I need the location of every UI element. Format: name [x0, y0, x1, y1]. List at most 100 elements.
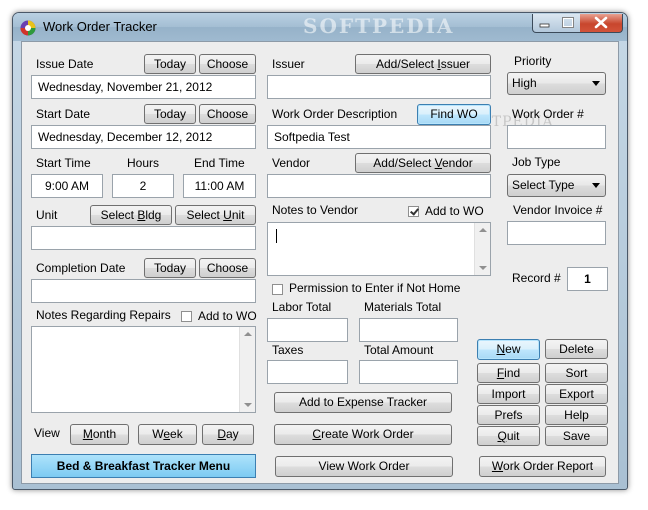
scroll-up-icon[interactable] [479, 228, 487, 232]
work-order-report-button[interactable]: Work Order Report [479, 456, 606, 477]
prefs-button[interactable]: Prefs [477, 405, 540, 425]
scroll-down-icon[interactable] [244, 403, 252, 407]
start-time-label: Start Time [36, 156, 91, 170]
quit-button[interactable]: Quit [477, 426, 540, 446]
start-time-field[interactable]: 9:00 AM [31, 174, 103, 198]
unit-label: Unit [36, 208, 58, 222]
materials-total-field[interactable] [359, 318, 458, 342]
vendor-notes-scrollbar[interactable] [474, 223, 490, 275]
end-time-field[interactable]: 11:00 AM [183, 174, 256, 198]
materials-total-label: Materials Total [364, 300, 442, 314]
permission-checkbox[interactable] [272, 284, 283, 295]
labor-total-field[interactable] [267, 318, 348, 342]
hours-field[interactable]: 2 [112, 174, 174, 198]
vendor-notes-label: Notes to Vendor [272, 203, 359, 217]
completion-date-label: Completion Date [36, 261, 126, 275]
issuer-field[interactable] [267, 75, 491, 99]
description-field[interactable]: Softpedia Test [267, 125, 491, 149]
record-number-field[interactable]: 1 [567, 267, 608, 291]
labor-total-label: Labor Total [272, 300, 332, 314]
watermark: SOFTPEDIA [303, 14, 455, 38]
close-button[interactable] [580, 14, 623, 33]
close-icon [594, 16, 608, 29]
view-week-button[interactable]: Week [138, 424, 197, 445]
issue-date-today-button[interactable]: Today [144, 54, 196, 74]
start-date-label: Start Date [36, 107, 91, 121]
hours-label: Hours [127, 156, 160, 170]
import-button[interactable]: Import [477, 384, 540, 404]
completion-choose-button[interactable]: Choose [199, 258, 256, 278]
completion-date-field[interactable] [31, 279, 256, 303]
job-type-label: Job Type [512, 155, 561, 169]
job-type-select[interactable]: Select Type [507, 174, 606, 197]
total-amount-label: Total Amount [364, 343, 434, 357]
unit-field[interactable] [31, 226, 256, 250]
job-type-value: Select Type [512, 178, 575, 192]
issue-date-label: Issue Date [36, 57, 94, 71]
vendor-invoice-field[interactable] [507, 221, 606, 245]
issuer-label: Issuer [272, 57, 305, 71]
maximize-icon [562, 17, 574, 28]
help-button[interactable]: Help [545, 405, 608, 425]
export-button[interactable]: Export [545, 384, 608, 404]
priority-select[interactable]: High [507, 72, 606, 95]
completion-today-button[interactable]: Today [144, 258, 196, 278]
sort-button[interactable]: Sort [545, 363, 608, 383]
repairs-scrollbar[interactable] [239, 327, 255, 412]
vendor-notes-textarea[interactable] [267, 222, 491, 276]
end-time-label: End Time [194, 156, 245, 170]
priority-value: High [512, 76, 537, 90]
taxes-field[interactable] [267, 360, 348, 384]
taxes-label: Taxes [272, 343, 304, 357]
view-month-button[interactable]: Month [70, 424, 129, 445]
bed-breakfast-menu-button[interactable]: Bed & Breakfast Tracker Menu [31, 454, 256, 478]
add-select-issuer-button[interactable]: Add/Select Issuer [355, 54, 491, 74]
find-button[interactable]: Find [477, 363, 540, 383]
new-button[interactable]: New [477, 339, 540, 360]
minimize-button[interactable] [532, 14, 558, 33]
priority-label: Priority [514, 54, 552, 68]
vendor-label: Vendor [272, 156, 311, 170]
find-wo-button[interactable]: Find WO [417, 104, 491, 125]
view-work-order-button[interactable]: View Work Order [275, 456, 453, 477]
window-title: Work Order Tracker [43, 19, 157, 34]
save-button[interactable]: Save [545, 426, 608, 446]
work-order-number-field[interactable] [507, 125, 606, 149]
permission-label: Permission to Enter if Not Home [289, 281, 461, 295]
select-bldg-button[interactable]: Select Bldg [90, 205, 172, 225]
total-amount-field[interactable] [359, 360, 458, 384]
start-date-choose-button[interactable]: Choose [199, 104, 256, 124]
vendor-field[interactable] [267, 174, 491, 198]
issue-date-field[interactable]: Wednesday, November 21, 2012 [31, 75, 256, 99]
work-order-number-label: Work Order # [512, 107, 584, 121]
start-date-field[interactable]: Wednesday, December 12, 2012 [31, 125, 256, 149]
scroll-down-icon[interactable] [479, 266, 487, 270]
delete-button[interactable]: Delete [545, 339, 608, 359]
vendor-add-to-wo-label: Add to WO [425, 204, 484, 218]
repairs-add-to-wo-checkbox[interactable] [181, 311, 192, 322]
repairs-notes-label: Notes Regarding Repairs [36, 308, 171, 322]
minimize-icon [539, 23, 550, 28]
issue-date-choose-button[interactable]: Choose [199, 54, 256, 74]
app-window: Work Order Tracker SOFTPEDIA SOFTPEDIA I… [12, 12, 628, 490]
select-unit-button[interactable]: Select Unit [175, 205, 256, 225]
scroll-up-icon[interactable] [244, 332, 252, 336]
add-to-expense-tracker-button[interactable]: Add to Expense Tracker [274, 392, 452, 413]
repairs-add-to-wo-label: Add to WO [198, 309, 257, 323]
view-label: View [34, 426, 60, 440]
app-logo-icon [20, 20, 36, 36]
vendor-add-to-wo-checkbox[interactable] [408, 206, 419, 217]
add-select-vendor-button[interactable]: Add/Select Vendor [355, 153, 491, 173]
start-date-today-button[interactable]: Today [144, 104, 196, 124]
record-label: Record # [512, 271, 561, 285]
chevron-down-icon [592, 81, 600, 86]
vendor-invoice-label: Vendor Invoice # [513, 203, 603, 217]
create-work-order-button[interactable]: Create Work Order [274, 424, 452, 445]
chevron-down-icon [592, 183, 600, 188]
repairs-notes-textarea[interactable] [31, 326, 256, 413]
title-bar[interactable]: Work Order Tracker SOFTPEDIA [13, 13, 627, 41]
description-label: Work Order Description [272, 107, 398, 121]
maximize-button[interactable] [556, 14, 581, 33]
view-day-button[interactable]: Day [202, 424, 254, 445]
form-area: SOFTPEDIA Issue Date Today Choose Wednes… [21, 41, 619, 484]
